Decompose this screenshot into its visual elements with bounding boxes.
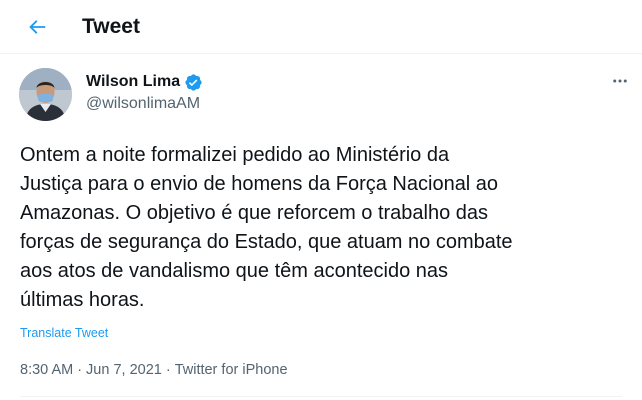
translate-tweet-link[interactable]: Translate Tweet [20,325,108,341]
separator-dot: · [165,362,171,378]
tweet-date[interactable]: Jun 7, 2021 [86,362,162,378]
avatar-image [19,68,72,121]
author-display-name[interactable]: Wilson Lima [86,72,180,92]
tweet-text: Ontem a noite formalizei pedido ao Minis… [20,144,513,311]
arrow-left-icon [29,20,46,34]
page-title: Tweet [82,15,140,38]
verified-badge-icon [184,73,203,92]
more-horizontal-icon [613,79,627,83]
avatar[interactable] [19,68,72,121]
author-name-row[interactable]: Wilson Lima [86,72,203,92]
tweet-source[interactable]: Twitter for iPhone [175,362,288,378]
page-header: Tweet [0,0,642,54]
tweet-time[interactable]: 8:30 AM [20,362,73,378]
divider [20,396,622,397]
tweet-metadata: 8:30 AM · Jun 7, 2021 · Twitter for iPhone [20,360,288,380]
more-options-button[interactable] [607,68,633,94]
author-handle[interactable]: @wilsonlimaAM [86,94,200,114]
separator-dot: · [77,362,83,378]
back-button[interactable] [20,10,54,44]
